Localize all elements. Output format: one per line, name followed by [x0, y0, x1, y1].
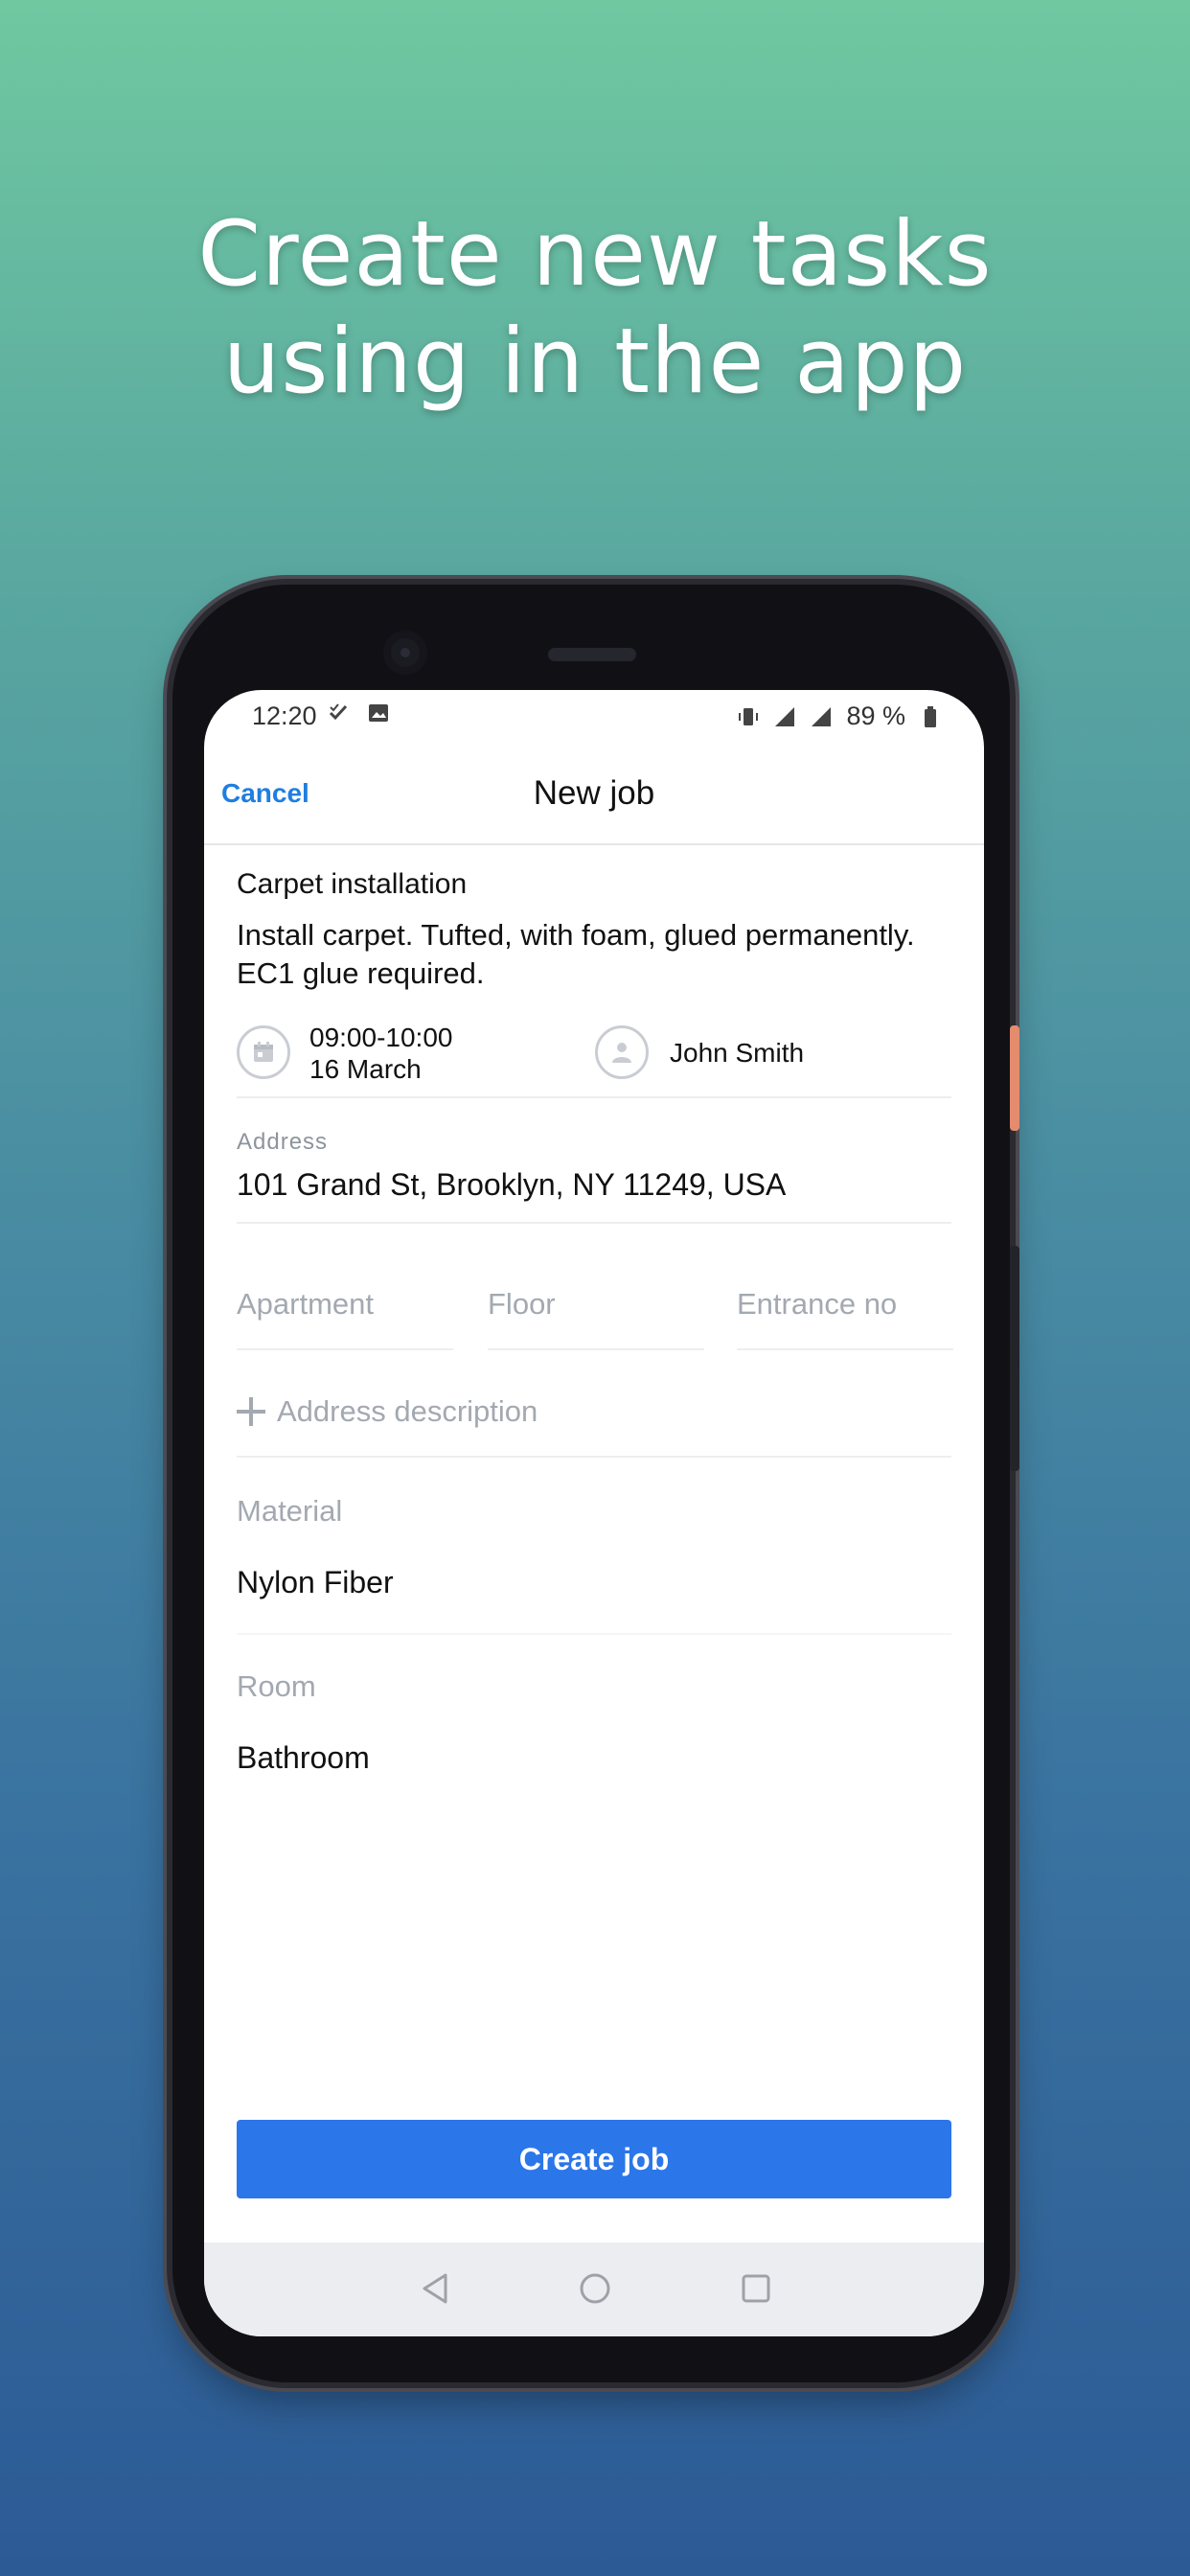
divider — [237, 1096, 951, 1098]
job-schedule[interactable]: 09:00-10:00 16 March — [309, 1022, 452, 1085]
address-value[interactable]: 101 Grand St, Brooklyn, NY 11249, USA — [237, 1167, 951, 1203]
room-value: Bathroom — [237, 1740, 370, 1775]
task-check-icon — [329, 703, 348, 721]
add-address-description-button[interactable]: Address description — [237, 1394, 951, 1429]
home-icon[interactable] — [578, 2271, 612, 2306]
signal-roaming-icon — [812, 706, 832, 726]
job-assignee[interactable]: John Smith — [670, 1037, 804, 1069]
add-address-description-label: Address description — [277, 1394, 538, 1428]
volume-button — [1010, 1246, 1019, 1471]
image-icon — [369, 704, 388, 722]
plus-icon — [237, 1397, 265, 1426]
vibrate-icon — [739, 707, 759, 725]
headline-line-1: Create new tasks — [197, 202, 993, 307]
floor-field[interactable]: Floor — [488, 1287, 704, 1350]
status-time: 12:20 — [252, 702, 317, 730]
top-nav-bar: Cancel New job — [204, 746, 984, 845]
divider — [237, 1222, 951, 1224]
job-meta-row: 09:00-10:00 16 March John Smith — [237, 1010, 951, 1096]
system-nav-bar — [204, 2242, 984, 2336]
app-screen: 12:20 89 % Cancel New job Carpet install… — [204, 690, 984, 2336]
address-label: Address — [237, 1129, 329, 1155]
front-camera — [383, 631, 427, 675]
room-section[interactable]: Room Bathroom — [237, 1669, 951, 1776]
status-bar: 12:20 89 % — [204, 690, 984, 746]
create-job-button[interactable]: Create job — [237, 2120, 951, 2198]
job-date: 16 March — [309, 1054, 422, 1084]
back-icon[interactable] — [419, 2271, 453, 2306]
apartment-field[interactable]: Apartment — [237, 1287, 453, 1350]
material-label: Material — [237, 1494, 343, 1528]
headline-line-2: using in the app — [222, 310, 968, 414]
signal-4g-icon — [775, 706, 795, 726]
power-button — [1010, 1025, 1019, 1131]
entrance-field[interactable]: Entrance no — [737, 1287, 953, 1350]
recent-apps-icon[interactable] — [739, 2271, 773, 2306]
job-description: Install carpet. Tufted, with foam, glued… — [237, 918, 915, 990]
calendar-icon[interactable] — [237, 1025, 290, 1079]
divider — [237, 1633, 951, 1635]
address-details-row: Apartment Floor Entrance no — [237, 1287, 953, 1368]
battery-percent: 89 % — [846, 702, 905, 730]
job-form: Carpet installation Install carpet. Tuft… — [237, 868, 953, 1776]
divider — [237, 1456, 951, 1458]
room-label: Room — [237, 1669, 316, 1703]
page-title: New job — [533, 774, 655, 812]
promo-headline: Create new tasks using in the app — [0, 201, 1190, 416]
material-value: Nylon Fiber — [237, 1565, 394, 1599]
phone-frame: 12:20 89 % Cancel New job Carpet install… — [172, 585, 1010, 2382]
battery-icon — [925, 705, 936, 727]
job-title: Carpet installation — [237, 868, 468, 900]
material-section[interactable]: Material Nylon Fiber — [237, 1494, 951, 1600]
earpiece-speaker — [548, 648, 636, 661]
person-icon[interactable] — [595, 1025, 649, 1079]
job-time: 09:00-10:00 — [309, 1023, 453, 1052]
